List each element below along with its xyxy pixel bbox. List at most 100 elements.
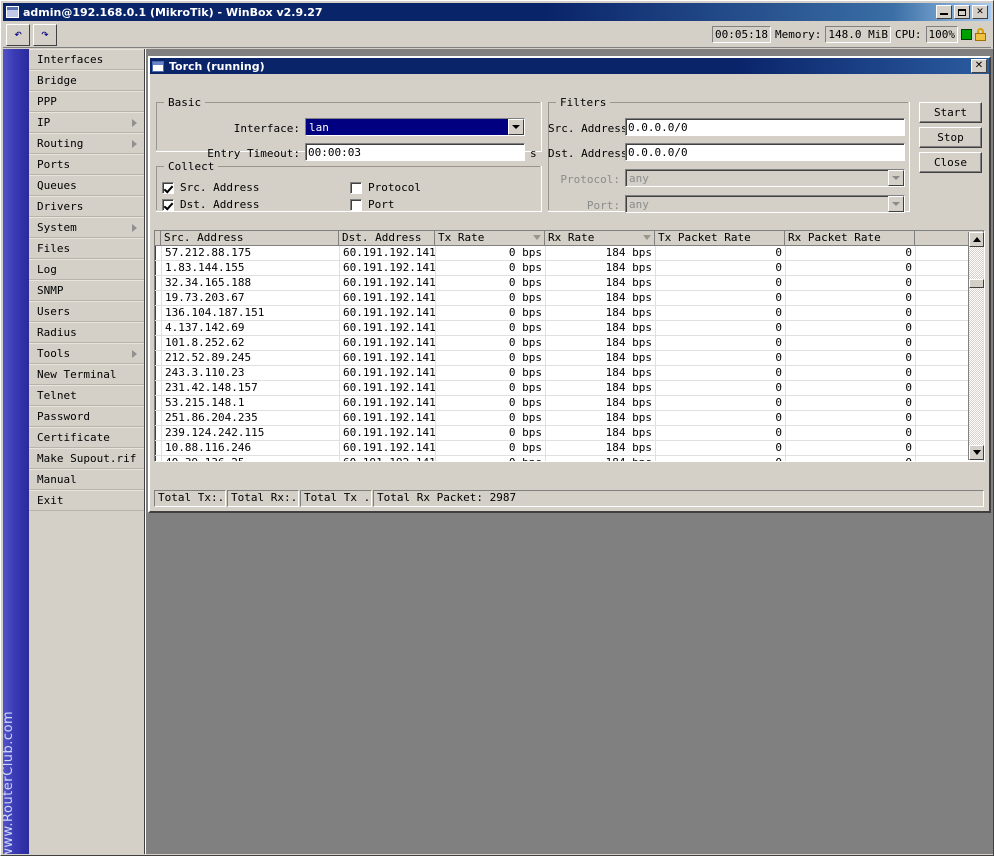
column-header-rx-rate[interactable]: Rx Rate: [545, 231, 655, 245]
sidebar-item-password[interactable]: Password: [29, 406, 144, 427]
table-row[interactable]: 10.88.116.246 60.191.192.141 0 bps 184 bps 0…: [155, 441, 984, 456]
interface-label: Interface:: [233, 122, 300, 135]
table-row[interactable]: 239.124.242.115 60.191.192.141 0 bps 184 bp…: [155, 426, 984, 441]
sidebar-item-ports[interactable]: Ports: [29, 154, 144, 175]
scrollbar-thumb[interactable]: [969, 279, 984, 288]
sidebar-watermark-strip: RouterOS WinBox www.RouterClub.com: [3, 49, 29, 854]
column-header-tx-packet-rate[interactable]: Tx Packet Rate: [655, 231, 785, 245]
undo-icon[interactable]: ↶: [6, 23, 30, 46]
table-cell: 1.83.144.155: [162, 261, 340, 275]
row-gutter: [155, 261, 162, 275]
table-row[interactable]: 243.3.110.23 60.191.192.141 0 bps 184 bps 0 0: [155, 366, 984, 381]
sidebar-item-telnet[interactable]: Telnet: [29, 385, 144, 406]
window-controls: ✕: [936, 5, 988, 19]
table-cell: 0: [786, 396, 916, 410]
table-cell: 60.191.192.141: [340, 276, 436, 290]
column-header-tx-rate[interactable]: Tx Rate: [435, 231, 545, 245]
sidebar-item-radius[interactable]: Radius: [29, 322, 144, 343]
sidebar-item-snmp[interactable]: SNMP: [29, 280, 144, 301]
table-row[interactable]: 1.83.144.155 60.191.192.141 0 bps 184 bps 0 0: [155, 261, 984, 276]
table-cell: 251.86.204.235: [162, 411, 340, 425]
row-gutter: [155, 396, 162, 410]
collect-dst-address-checkbox[interactable]: Dst. Address: [162, 198, 259, 211]
table-row[interactable]: 231.42.148.157 60.191.192.141 0 bps 184 bps…: [155, 381, 984, 396]
collect-protocol-checkbox[interactable]: Protocol: [350, 181, 421, 194]
sidebar-item-exit[interactable]: Exit: [29, 490, 144, 511]
sidebar-item-label: Ports: [37, 158, 71, 171]
minimize-button[interactable]: [936, 5, 952, 19]
activity-led-icon: [961, 29, 972, 40]
table-row[interactable]: 136.104.187.151 60.191.192.141 0 bps 184 bp…: [155, 306, 984, 321]
table-row[interactable]: 4.137.142.69 60.191.192.141 0 bps 184 bps 0 0: [155, 321, 984, 336]
sidebar-item-make-supout-rif[interactable]: Make Supout.rif: [29, 448, 144, 469]
entry-timeout-input[interactable]: 00:00:03: [305, 143, 525, 161]
column-header-src-address[interactable]: Src. Address: [161, 231, 339, 245]
table-row[interactable]: 40.39.136.2560.191.192.1410 bps184 bps00: [155, 456, 984, 461]
sidebar-item-certificate[interactable]: Certificate: [29, 427, 144, 448]
table-cell: 184 bps: [546, 276, 656, 290]
table-cell: 60.191.192.141: [340, 396, 436, 410]
sidebar-item-manual[interactable]: Manual: [29, 469, 144, 490]
table-cell: 0 bps: [436, 276, 546, 290]
sidebar-item-new-terminal[interactable]: New Terminal: [29, 364, 144, 385]
toolbar-status-group: 00:05:18 Memory: 148.0 MiB CPU: 100%: [712, 26, 986, 43]
sidebar-item-users[interactable]: Users: [29, 301, 144, 322]
collect-src-address-checkbox[interactable]: Src. Address: [162, 181, 259, 194]
table-cell: 0: [786, 456, 916, 461]
sidebar-item-queues[interactable]: Queues: [29, 175, 144, 196]
scroll-up-icon[interactable]: [969, 232, 984, 247]
table-row[interactable]: 101.8.252.62 60.191.192.141 0 bps 184 bps 0 0: [155, 336, 984, 351]
sidebar-item-routing[interactable]: Routing: [29, 133, 144, 154]
table-cell: 0 bps: [436, 246, 546, 260]
start-button[interactable]: Start: [919, 102, 982, 123]
close-button[interactable]: ✕: [972, 5, 988, 19]
row-gutter: [155, 321, 162, 335]
sidebar-item-ppp[interactable]: PPP: [29, 91, 144, 112]
table-cell: 0 bps: [436, 366, 546, 380]
table-cell: 0: [656, 261, 786, 275]
interface-dropdown[interactable]: lan: [305, 118, 525, 136]
sidebar-item-system[interactable]: System: [29, 217, 144, 238]
chevron-down-icon[interactable]: [508, 119, 524, 135]
sidebar-item-label: Queues: [37, 179, 77, 192]
table-vertical-scrollbar[interactable]: [968, 232, 984, 460]
table-cell: 0 bps: [436, 306, 546, 320]
sidebar-item-log[interactable]: Log: [29, 259, 144, 280]
filter-src-address-input[interactable]: 0.0.0.0/0: [625, 118, 905, 136]
table-cell: 60.191.192.141: [340, 321, 436, 335]
sidebar-item-bridge[interactable]: Bridge: [29, 70, 144, 91]
close-button-torch[interactable]: Close: [919, 152, 982, 173]
filter-src-address-label: Src. Address:: [548, 122, 635, 135]
stop-button[interactable]: Stop: [919, 127, 982, 148]
sidebar-item-label: Log: [37, 263, 57, 276]
table-row[interactable]: 53.215.148.1 60.191.192.141 0 bps 184 bps 0 0: [155, 396, 984, 411]
table-cell: 60.191.192.141: [340, 426, 436, 440]
scroll-down-icon[interactable]: [969, 445, 984, 460]
table-cell: 0: [656, 291, 786, 305]
table-cell: 184 bps: [546, 306, 656, 320]
sidebar-item-files[interactable]: Files: [29, 238, 144, 259]
table-cell: 0: [656, 276, 786, 290]
torch-close-icon[interactable]: ✕: [971, 59, 987, 73]
redo-icon[interactable]: ↷: [33, 23, 57, 46]
table-row[interactable]: 32.34.165.188 60.191.192.141 0 bps 184 bps 0…: [155, 276, 984, 291]
winbox-main-window: admin@192.168.0.1 (MikroTik) - WinBox v2…: [0, 0, 994, 856]
table-row[interactable]: 212.52.89.245 60.191.192.141 0 bps 184 bps 0…: [155, 351, 984, 366]
sidebar-item-interfaces[interactable]: Interfaces: [29, 49, 144, 70]
column-header-rx-packet-rate[interactable]: Rx Packet Rate: [785, 231, 915, 245]
filter-dst-address-input[interactable]: 0.0.0.0/0: [625, 143, 905, 161]
collect-dst-address-label: Dst. Address: [180, 198, 260, 211]
sidebar-item-ip[interactable]: IP: [29, 112, 144, 133]
table-cell: 0: [656, 351, 786, 365]
filter-dst-address-label: Dst. Address:: [548, 147, 635, 160]
table-row[interactable]: 251.86.204.235 60.191.192.141 0 bps 184 bps…: [155, 411, 984, 426]
filter-protocol-label: Protocol:: [560, 173, 620, 186]
sidebar-item-drivers[interactable]: Drivers: [29, 196, 144, 217]
table-row[interactable]: 57.212.88.175 60.191.192.141 0 bps 184 bps 0…: [155, 246, 984, 261]
collect-port-checkbox[interactable]: Port: [350, 198, 395, 211]
sidebar-item-tools[interactable]: Tools: [29, 343, 144, 364]
entry-timeout-unit: s: [530, 147, 537, 160]
column-header-dst-address[interactable]: Dst. Address: [339, 231, 435, 245]
maximize-button[interactable]: [954, 5, 970, 19]
table-row[interactable]: 19.73.203.67 60.191.192.141 0 bps 184 bps 0 0: [155, 291, 984, 306]
